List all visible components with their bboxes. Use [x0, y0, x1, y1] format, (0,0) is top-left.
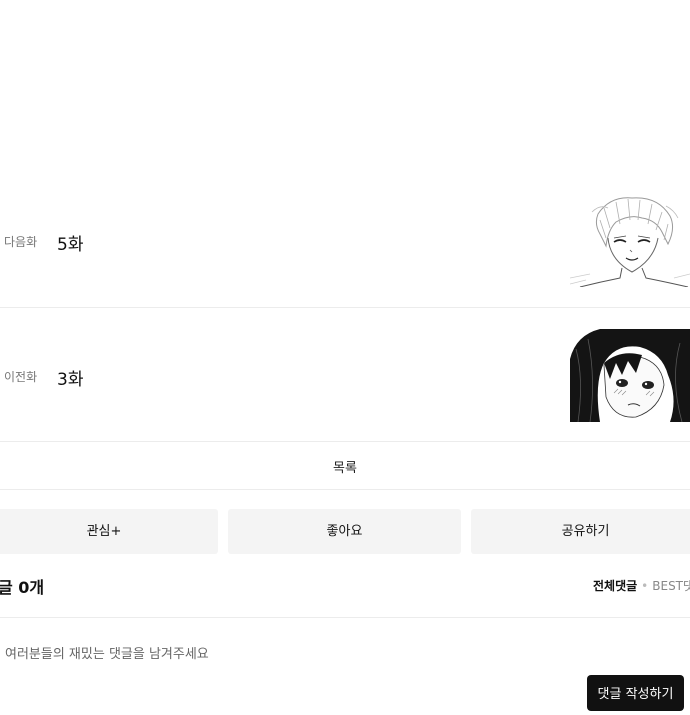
next-episode-title[interactable]: 5화	[57, 230, 83, 255]
write-comment-button[interactable]: 댓글 작성하기	[587, 675, 684, 711]
sort-best-comments[interactable]: BEST댓	[652, 579, 690, 593]
comment-divider	[0, 617, 690, 618]
episode-list-label: 목록	[333, 461, 357, 476]
prev-episode-title[interactable]: 3화	[57, 365, 83, 390]
share-button[interactable]: 공유하기	[471, 509, 690, 554]
prev-episode-thumbnail[interactable]	[570, 329, 690, 422]
next-episode-label: 다음화	[4, 235, 38, 249]
comment-count: 글 0개	[0, 578, 45, 597]
prev-episode-label: 이전화	[4, 370, 38, 384]
next-episode-row[interactable]: 다음화 5화	[0, 173, 690, 307]
prev-episode-row[interactable]: 이전화 3화	[0, 307, 690, 442]
sort-all-comments[interactable]: 전체댓글	[593, 579, 637, 593]
like-button[interactable]: 좋아요	[228, 509, 461, 554]
episode-list-button[interactable]: 목록	[0, 441, 690, 490]
comment-input[interactable]: 여러분들의 재밌는 댓글을 남겨주세요	[5, 643, 209, 662]
interest-button[interactable]: 관심+	[0, 509, 218, 554]
sort-separator: •	[641, 579, 649, 593]
comment-sort: 전체댓글 • BEST댓	[593, 577, 690, 594]
next-episode-thumbnail[interactable]	[570, 194, 690, 287]
